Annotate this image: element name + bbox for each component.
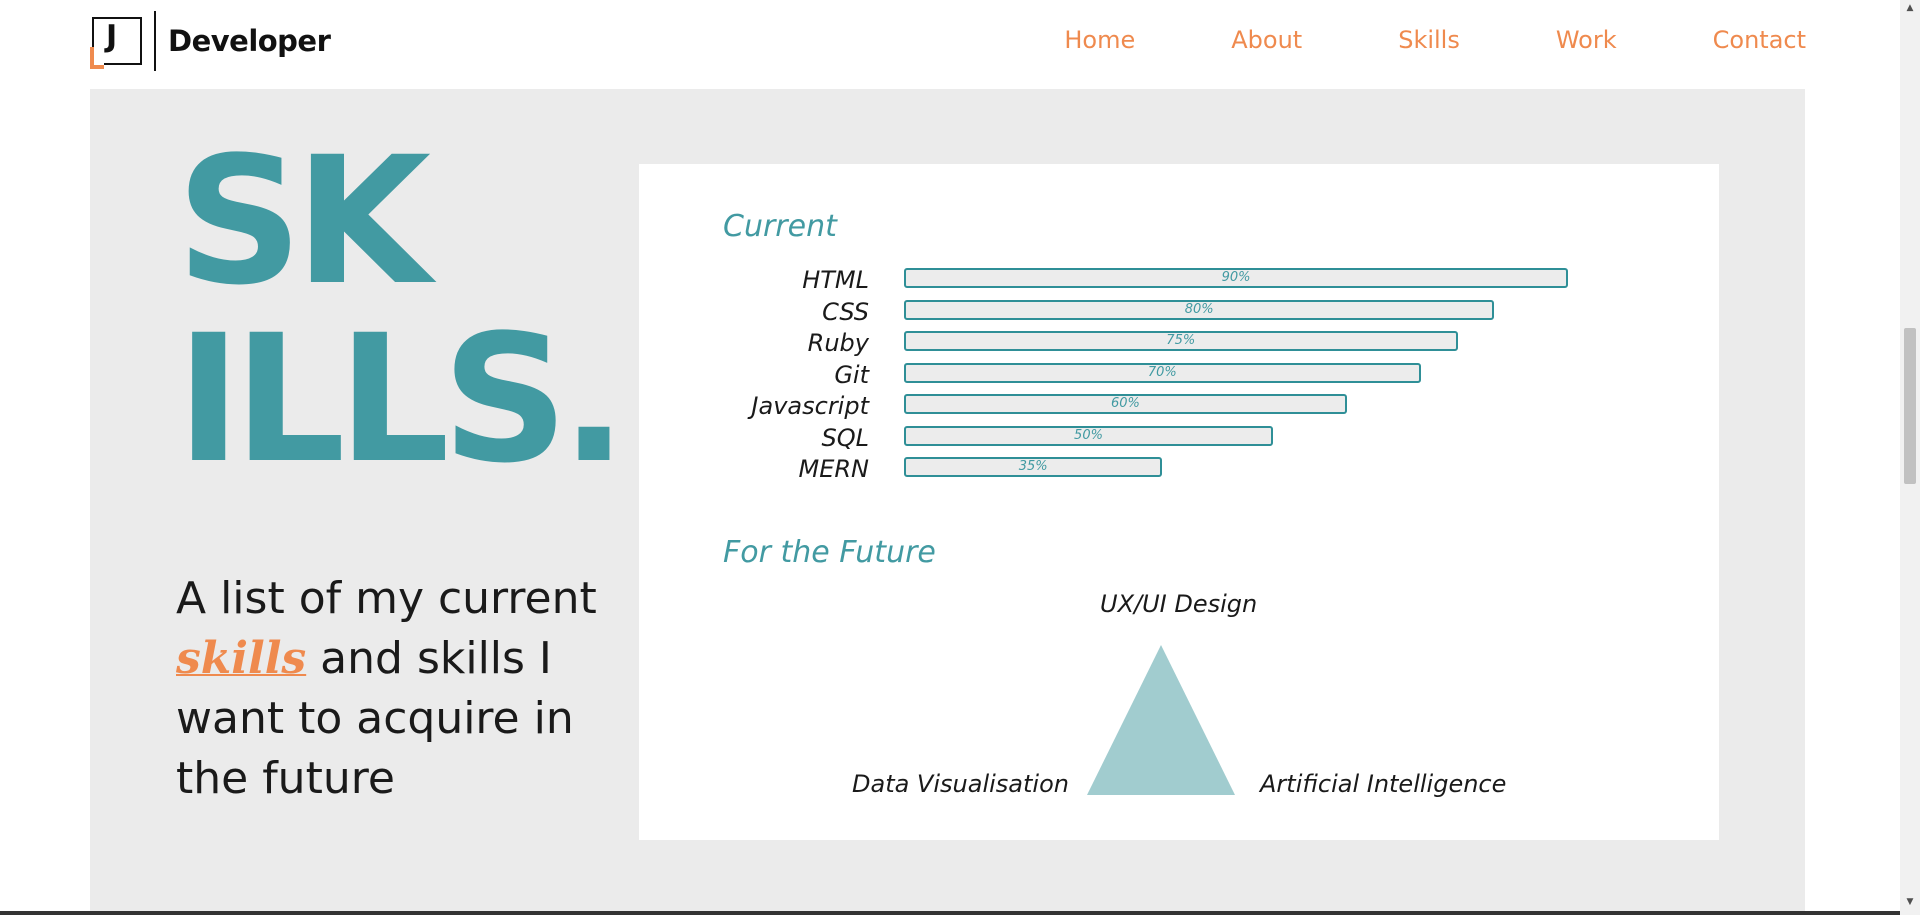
site-header: J Developer Home About Skills Work Conta…	[0, 0, 1900, 89]
page-title-line-2: ILLS.	[176, 297, 627, 502]
nav-skills[interactable]: Skills	[1398, 26, 1460, 54]
logo-divider	[154, 11, 156, 71]
main-nav: Home About Skills Work Contact	[968, 26, 1806, 54]
nav-contact[interactable]: Contact	[1713, 26, 1806, 54]
future-triangle	[1087, 645, 1235, 795]
future-left-label: Data Visualisation	[852, 770, 1069, 798]
brand-name: Developer	[168, 24, 331, 58]
intro-before: A list of my current	[176, 573, 597, 624]
nav-home[interactable]: Home	[1064, 26, 1135, 54]
nav-about[interactable]: About	[1231, 26, 1302, 54]
logo-letter: J	[106, 19, 118, 54]
intro-text: A list of my current skills and skills I…	[176, 569, 636, 809]
skills-section: SK ILLS. A list of my current skills and…	[90, 89, 1805, 915]
page-title-line-1: SK	[176, 119, 431, 324]
intro-accent: skills	[176, 633, 307, 684]
skills-card: Current HTML 90% CSS 80% Ruby 75% Git 70% Javasc…	[639, 164, 1719, 840]
bottom-edge	[0, 911, 1900, 915]
future-right-label: Artificial Intelligence	[1260, 770, 1507, 798]
logo-icon: J	[90, 13, 144, 69]
triangle-up-icon[interactable]: ▲	[1900, 0, 1920, 17]
scrollbar[interactable]: ▲ ▼	[1900, 0, 1920, 915]
future-top-label: UX/UI Design	[1100, 590, 1258, 618]
triangle-down-icon[interactable]: ▼	[1900, 894, 1920, 911]
nav-work[interactable]: Work	[1556, 26, 1617, 54]
logo[interactable]: J Developer	[90, 10, 331, 72]
future-skills: UX/UI Design Data Visualisation Artifici…	[639, 164, 1719, 840]
scrollbar-thumb[interactable]	[1904, 328, 1916, 484]
page-title: SK ILLS.	[176, 119, 627, 502]
